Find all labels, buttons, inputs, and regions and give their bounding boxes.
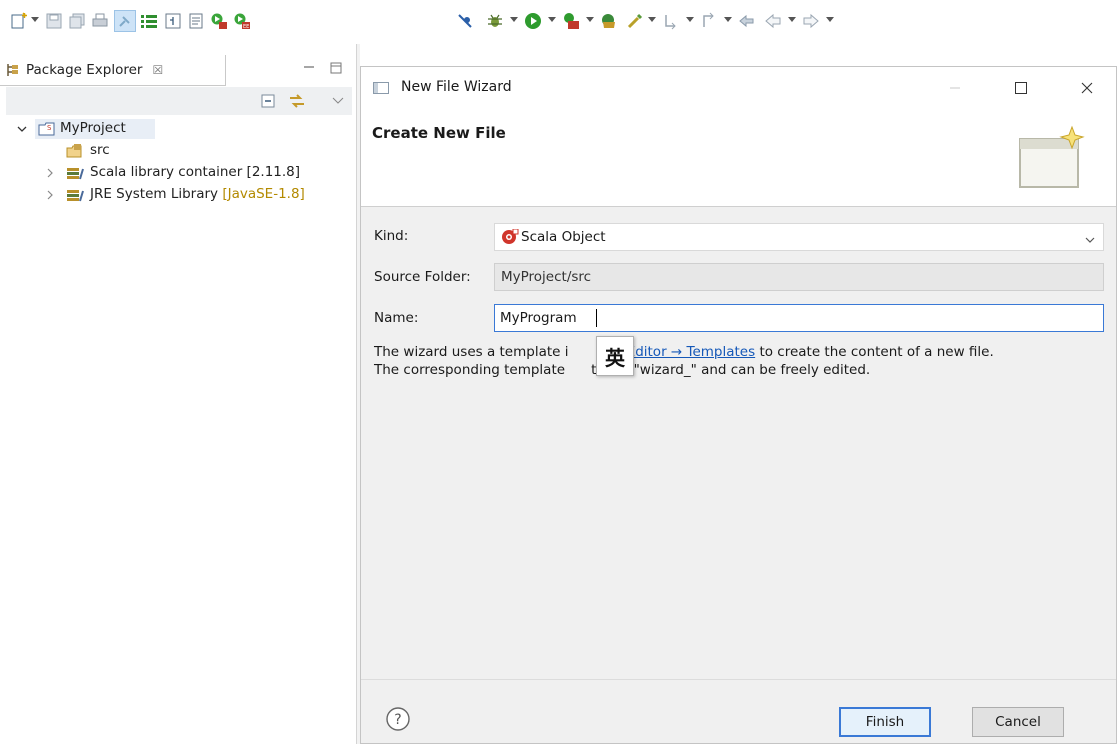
description-text: The wizard uses a template i <box>374 344 569 360</box>
coverage-dropdown-icon[interactable] <box>586 17 594 22</box>
source-folder-value: MyProject/src <box>501 269 592 285</box>
task-list-icon[interactable] <box>140 12 158 30</box>
package-explorer-view: Package Explorer ☒ S MyProject src Scala… <box>0 52 356 744</box>
window-icon <box>373 82 389 94</box>
jre-version-decoration: [JavaSE-1.8] <box>222 186 305 202</box>
new-icon[interactable] <box>10 12 28 30</box>
dialog-button-bar: ? Finish Cancel <box>361 679 1116 743</box>
run-icon[interactable] <box>524 12 542 30</box>
package-explorer-tab[interactable]: Package Explorer ☒ <box>6 56 163 84</box>
search-icon[interactable] <box>626 12 644 30</box>
minimize-window-button[interactable] <box>932 67 978 109</box>
scala-project-icon: S <box>38 121 56 137</box>
kind-label: Kind: <box>374 228 409 244</box>
wizard-header: Create New File <box>361 109 1116 207</box>
run-dropdown-icon[interactable] <box>548 17 556 22</box>
expand-arrow-icon[interactable] <box>16 123 28 135</box>
package-explorer-tab-label: Package Explorer <box>26 62 143 78</box>
tree-item-label: Scala library container [2.11.8] <box>90 164 301 180</box>
collapse-all-icon[interactable] <box>260 93 276 109</box>
tree-item-label: JRE System Library [JavaSE-1.8] <box>90 186 305 202</box>
link-with-editor-icon[interactable] <box>288 93 306 109</box>
collapsed-arrow-icon[interactable] <box>44 189 56 201</box>
chevron-down-icon[interactable] <box>1085 233 1095 243</box>
tab-divider <box>225 55 226 86</box>
collapsed-arrow-icon[interactable] <box>44 167 56 179</box>
tree-item-label: MyProject <box>60 120 126 136</box>
close-tab-icon[interactable]: ☒ <box>152 63 163 77</box>
source-folder-field: MyProject/src <box>494 263 1104 291</box>
cancel-button[interactable]: Cancel <box>972 707 1064 737</box>
next-annotation-dropdown-icon[interactable] <box>686 17 694 22</box>
maximize-window-button[interactable] <box>998 67 1044 109</box>
kind-select[interactable]: Scala Object <box>494 223 1104 251</box>
main-toolbar: EE <box>0 0 1117 44</box>
description-text: The corresponding template <box>374 362 566 378</box>
ime-mode-indicator: 英 <box>596 336 634 376</box>
package-explorer-icon <box>7 64 18 76</box>
wizard-page-title: Create New File <box>372 124 506 142</box>
new-file-wizard-banner-icon <box>1006 123 1086 195</box>
tree-item-myproject[interactable]: S MyProject <box>0 118 356 140</box>
external-tools-icon[interactable] <box>600 12 618 30</box>
debug-icon[interactable] <box>486 12 504 30</box>
run-scala-icon[interactable] <box>210 12 228 30</box>
back-dropdown-icon[interactable] <box>788 17 796 22</box>
jre-label: JRE System Library <box>90 186 219 202</box>
scala-object-icon <box>501 228 519 245</box>
maximize-view-icon[interactable] <box>328 60 344 76</box>
new-dropdown-icon[interactable] <box>31 17 39 22</box>
description-text: to create the content of a new file. <box>755 344 994 360</box>
forward-dropdown-icon[interactable] <box>826 17 834 22</box>
library-icon <box>66 187 84 203</box>
svg-text:?: ? <box>394 712 401 728</box>
skip-breakpoints-icon[interactable] <box>456 12 474 30</box>
toggle-mark-occurrences-icon[interactable] <box>114 10 136 32</box>
name-label: Name: <box>374 310 419 326</box>
save-icon[interactable] <box>45 12 63 30</box>
close-window-button[interactable] <box>1064 67 1110 109</box>
name-input-value: MyProgram <box>500 310 577 326</box>
wizard-form: Kind: Scala Object Source Folder: MyProj… <box>361 208 1116 668</box>
tree-item-scala-library[interactable]: Scala library container [2.11.8] <box>0 162 356 184</box>
minimize-view-icon[interactable] <box>301 60 317 76</box>
tab-divider <box>0 85 225 86</box>
file-icon[interactable] <box>187 12 205 30</box>
tree-item-label: src <box>90 142 110 158</box>
previous-annotation-dropdown-icon[interactable] <box>724 17 732 22</box>
coverage-icon[interactable] <box>562 12 580 30</box>
dialog-titlebar[interactable]: New File Wizard <box>361 67 1116 109</box>
tree-item-src[interactable]: src <box>0 140 356 162</box>
svg-text:S: S <box>47 124 52 132</box>
save-all-icon[interactable] <box>68 12 86 30</box>
source-folder-label: Source Folder: <box>374 269 471 285</box>
help-icon[interactable]: ? <box>385 706 411 732</box>
view-menu-icon[interactable] <box>332 95 344 105</box>
scala-worksheet-icon[interactable] <box>164 12 182 30</box>
previous-annotation-icon[interactable] <box>700 12 718 30</box>
search-dropdown-icon[interactable] <box>648 17 656 22</box>
debug-dropdown-icon[interactable] <box>510 17 518 22</box>
description-line-1: The wizard uses a template ia → Editor →… <box>374 343 994 361</box>
source-folder-icon <box>66 143 84 159</box>
back-icon[interactable] <box>764 12 782 30</box>
svg-text:EE: EE <box>243 24 249 30</box>
name-input[interactable]: MyProgram <box>494 304 1104 332</box>
last-edit-icon[interactable] <box>738 12 756 30</box>
kind-select-value: Scala Object <box>521 229 606 245</box>
print-icon[interactable] <box>91 12 109 30</box>
finish-button[interactable]: Finish <box>839 707 931 737</box>
text-caret <box>596 309 597 327</box>
dialog-title: New File Wizard <box>401 79 512 95</box>
tree-item-jre-library[interactable]: JRE System Library [JavaSE-1.8] <box>0 184 356 206</box>
library-icon <box>66 165 84 181</box>
explorer-view-toolbar <box>6 87 352 115</box>
next-annotation-icon[interactable] <box>662 12 680 30</box>
scala-interpreter-icon[interactable]: EE <box>233 12 251 30</box>
forward-icon[interactable] <box>802 12 820 30</box>
new-file-wizard-dialog: New File Wizard Create New File Kind: Sc… <box>360 66 1117 744</box>
